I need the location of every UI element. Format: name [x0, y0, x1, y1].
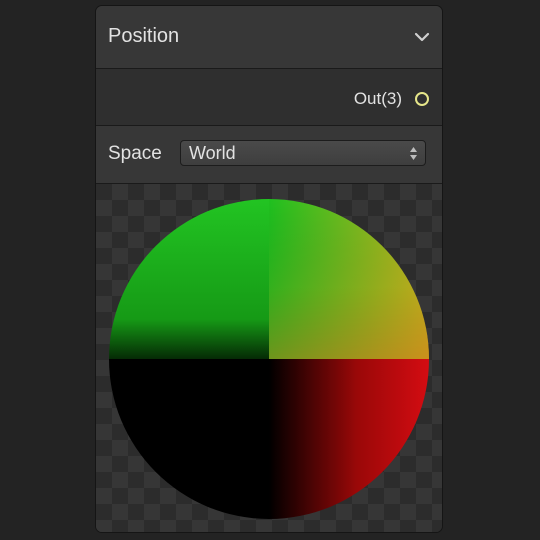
sphere-quadrant-top-left [109, 199, 269, 359]
space-dropdown[interactable]: World [180, 140, 426, 166]
node-settings: Space World [96, 126, 442, 184]
space-dropdown-value: World [189, 143, 236, 163]
sphere-quadrant-bottom-right [269, 359, 429, 519]
output-port-icon[interactable] [415, 92, 429, 106]
node-header[interactable]: Position [96, 6, 442, 69]
updown-arrows-icon [410, 147, 417, 160]
node-title: Position [108, 25, 180, 47]
position-sphere-preview [109, 199, 429, 519]
output-slots: Out(3) [96, 69, 442, 126]
preview-area [96, 184, 442, 532]
space-label: Space [108, 143, 162, 164]
position-node[interactable]: Position Out(3) Space World [95, 5, 443, 533]
sphere-quadrant-bottom-left [109, 359, 269, 519]
output-label: Out(3) [353, 89, 402, 108]
chevron-down-icon[interactable] [414, 30, 430, 44]
